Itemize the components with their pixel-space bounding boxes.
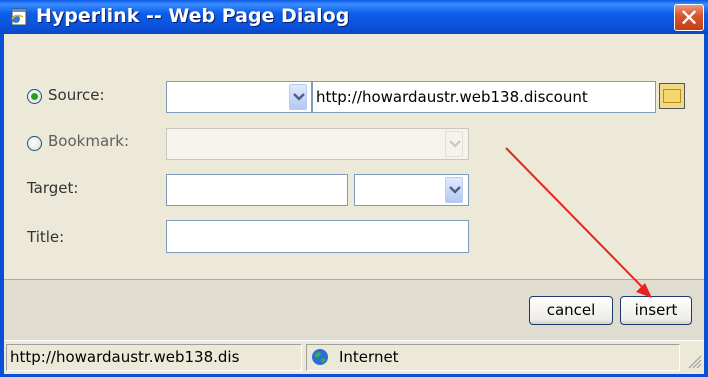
dialog-body: Source: http://howardaustr.web138.discou… — [4, 34, 704, 341]
globe-icon — [312, 349, 328, 365]
browse-server-button[interactable] — [659, 83, 685, 109]
title-label: Title: — [27, 228, 65, 246]
dialog-title: Hyperlink -- Web Page Dialog — [36, 5, 350, 27]
target-dropdown-button[interactable] — [445, 177, 463, 203]
bookmark-label: Bookmark: — [48, 132, 130, 150]
dialog-window: Hyperlink -- Web Page Dialog ✕ Source: h… — [0, 0, 708, 377]
close-icon: ✕ — [678, 4, 700, 32]
status-url: http://howardaustr.web138.dis — [6, 344, 302, 371]
chevron-down-icon — [449, 140, 461, 148]
ie-page-icon — [11, 8, 27, 26]
source-radio[interactable] — [27, 89, 42, 104]
resize-grip-icon[interactable] — [684, 351, 702, 369]
status-bar: http://howardaustr.web138.dis Internet — [4, 340, 704, 374]
title-input[interactable] — [166, 220, 469, 253]
chevron-down-icon — [449, 186, 461, 194]
folder-icon — [663, 89, 681, 103]
zone-label: Internet — [339, 348, 399, 366]
bookmark-radio[interactable] — [27, 136, 42, 151]
target-input[interactable] — [166, 174, 348, 206]
button-panel: cancel insert — [4, 279, 704, 341]
security-zone: Internet — [306, 344, 680, 371]
cancel-button[interactable]: cancel — [529, 296, 613, 325]
bookmark-dropdown-button — [445, 131, 463, 157]
insert-button[interactable]: insert — [620, 296, 692, 325]
title-bar[interactable]: Hyperlink -- Web Page Dialog ✕ — [0, 0, 708, 34]
close-button[interactable]: ✕ — [674, 4, 704, 32]
bookmark-select — [166, 128, 469, 160]
chevron-down-icon — [293, 93, 305, 101]
source-url-input[interactable]: http://howardaustr.web138.discount — [312, 81, 656, 113]
target-label: Target: — [27, 179, 79, 197]
source-protocol-dropdown-button[interactable] — [289, 84, 307, 110]
source-label: Source: — [48, 86, 105, 104]
